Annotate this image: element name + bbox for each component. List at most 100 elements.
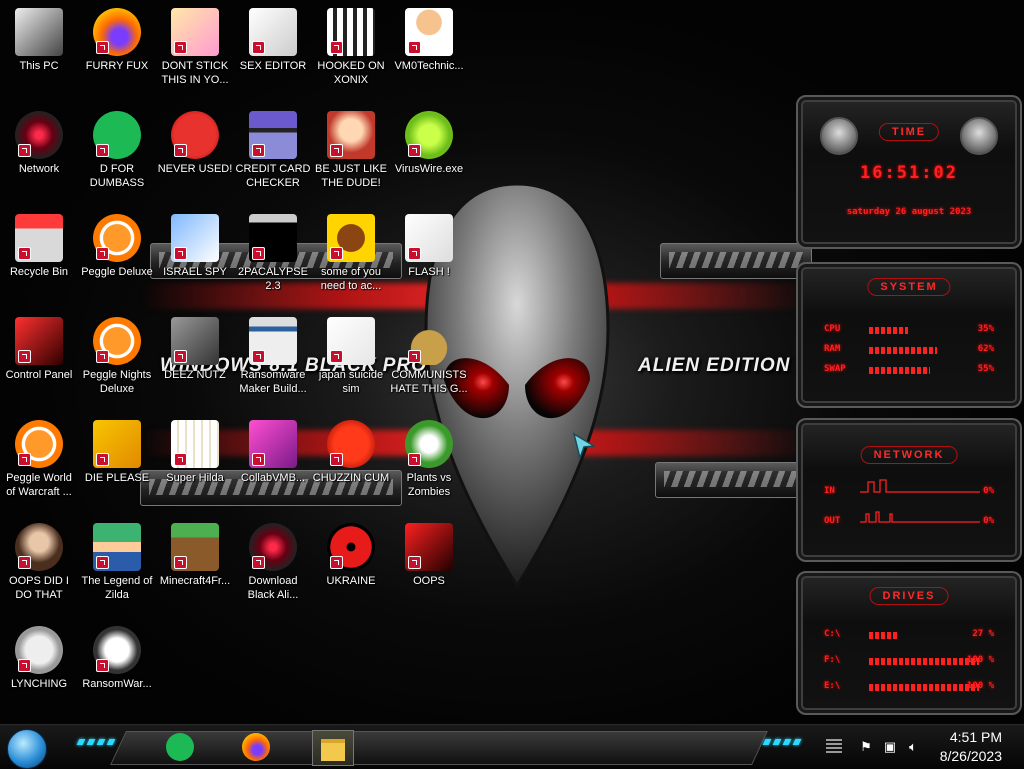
shortcut-arrow-icon <box>252 453 265 466</box>
desktop-icon-label: some of you need to ac... <box>320 266 382 292</box>
alien-orb-icon <box>15 111 63 159</box>
desktop-icon[interactable]: VirusWire.exe <box>390 107 468 176</box>
desktop-icon[interactable]: japan suicide sim <box>312 313 390 396</box>
row-key: E:\ <box>824 681 841 691</box>
desktop-icon[interactable]: Minecraft4Fr... <box>156 519 234 588</box>
desktop-icon[interactable]: 2PACALYPSE 2.3 <box>234 210 312 293</box>
usage-bar <box>869 632 899 639</box>
start-button[interactable] <box>7 729 47 769</box>
spotify-icon <box>166 733 194 761</box>
grass-block-icon <box>171 523 219 571</box>
desktop-icon[interactable]: VM0Technic... <box>390 4 468 73</box>
volume-icon[interactable]: 🔈︎ <box>905 739 921 755</box>
taskbar-time[interactable]: 4:51 PM <box>950 729 1002 745</box>
flag-icon[interactable]: ⚑ <box>858 739 874 755</box>
shortcut-arrow-icon <box>408 350 421 363</box>
taskbar-spotify-button[interactable] <box>160 730 200 764</box>
taskbar-firefox-button[interactable] <box>236 730 276 764</box>
shortcut-arrow-icon <box>174 453 187 466</box>
row-key: C:\ <box>824 629 841 639</box>
row-value: 27 % <box>972 629 994 639</box>
desktop-icon-label: CHUZZIN CUM <box>312 472 390 484</box>
desktop-icon[interactable]: some of you need to ac... <box>312 210 390 293</box>
computer-icon <box>15 8 63 56</box>
desktop-icon-label: UKRAINE <box>326 575 376 587</box>
taskbar-light <box>86 739 96 745</box>
time-widget[interactable]: TIME 16:51:02 saturday 26 august 2023 <box>796 95 1022 249</box>
desktop-icon[interactable]: Plants vs Zombies <box>390 416 468 499</box>
time-widget-date: saturday 26 august 2023 <box>846 207 972 217</box>
desktop-icon[interactable]: Peggle Nights Deluxe <box>78 313 156 396</box>
desktop-icon-label: HOOKED ON XONIX <box>317 60 385 86</box>
taskbar-light <box>106 739 116 745</box>
desktop-icon-label: LYNCHING <box>10 678 68 690</box>
desktop-icon[interactable]: CHUZZIN CUM <box>312 416 390 485</box>
shortcut-arrow-icon <box>18 556 31 569</box>
sys-row: SWAP 55% <box>824 364 994 378</box>
desktop-icon[interactable]: Peggle Deluxe <box>78 210 156 279</box>
firefox-icon <box>93 8 141 56</box>
desktop-icon[interactable]: LYNCHING <box>0 622 78 691</box>
desktop-icon[interactable]: UKRAINE <box>312 519 390 588</box>
desktop-icon[interactable]: This PC <box>0 4 78 73</box>
shortcut-arrow-icon <box>252 41 265 54</box>
drives-widget-title: DRIVES <box>869 587 949 605</box>
sys-row: RAM 62% <box>824 344 994 358</box>
network-icon[interactable]: ▣ <box>882 739 898 755</box>
shortcut-arrow-icon <box>252 556 265 569</box>
tray-overflow-icon[interactable] <box>826 739 842 753</box>
desktop-icon-label: DEEZ NUTZ <box>164 369 226 381</box>
desktop-icon[interactable]: CollabVMB... <box>234 416 312 485</box>
desktop-icon[interactable]: DEEZ NUTZ <box>156 313 234 382</box>
desktop-icon-label: 2PACALYPSE 2.3 <box>238 266 308 292</box>
desktop-icon[interactable]: OOPS <box>390 519 468 588</box>
desktop-icon[interactable]: CREDIT CARD CHECKER <box>234 107 312 190</box>
desktop-icon[interactable]: NEVER USED! <box>156 107 234 176</box>
desktop-icon-label: VM0Technic... <box>394 60 464 72</box>
desktop-icon[interactable]: Ransomware Maker Build... <box>234 313 312 396</box>
wallpaper-plate <box>655 462 807 498</box>
drives-widget[interactable]: DRIVES C:\ 27 % F:\ 100 % E:\ 100 % <box>796 571 1022 715</box>
desktop-icon[interactable]: DONT STICK THIS IN YO... <box>156 4 234 87</box>
desktop-icon[interactable]: Super Hilda <box>156 416 234 485</box>
document-icon <box>249 8 297 56</box>
cartoon-icon <box>171 8 219 56</box>
desktop-icon[interactable]: RansomWar... <box>78 622 156 691</box>
desktop-icon-label: The Legend of Zilda <box>81 575 153 601</box>
desktop-icon[interactable]: Download Black Ali... <box>234 519 312 602</box>
desktop-icon[interactable]: FURRY FUX <box>78 4 156 73</box>
desktop-icon[interactable]: FLASH ! <box>390 210 468 279</box>
network-widget-title: NETWORK <box>860 446 958 464</box>
desktop-icon[interactable]: Peggle World of Warcraft ... <box>0 416 78 499</box>
desktop-icon[interactable]: Recycle Bin <box>0 210 78 279</box>
desktop-icon[interactable]: DIE PLEASE <box>78 416 156 485</box>
desktop-icon[interactable]: COMMUNISTS HATE THIS G... <box>390 313 468 396</box>
desktop-icon[interactable]: SEX EDITOR <box>234 4 312 73</box>
shortcut-arrow-icon <box>18 350 31 363</box>
desktop-icon[interactable]: ISRAEL SPY <box>156 210 234 279</box>
desktop-icon-label: FLASH ! <box>408 266 450 278</box>
shortcut-arrow-icon <box>174 41 187 54</box>
desktop-icon[interactable]: D FOR DUMBASS <box>78 107 156 190</box>
desktop-icon-label: DIE PLEASE <box>84 472 150 484</box>
desktop-icon[interactable]: Network <box>0 107 78 176</box>
credit-card-icon <box>249 111 297 159</box>
desktop-icon[interactable]: Control Panel <box>0 313 78 382</box>
doctor-icon <box>405 8 453 56</box>
taskbar-date[interactable]: 8/26/2023 <box>940 748 1002 764</box>
desktop-icon-label: VirusWire.exe <box>394 163 464 175</box>
shortcut-arrow-icon <box>96 659 109 672</box>
desktop-icon[interactable]: The Legend of Zilda <box>78 519 156 602</box>
system-widget[interactable]: SYSTEM CPU 35% RAM 62% SWAP 55% <box>796 262 1022 625</box>
desktop-icon[interactable]: HOOKED ON XONIX <box>312 4 390 87</box>
control-panel-icon <box>15 317 63 365</box>
desktop-icon[interactable]: OOPS DID I DO THAT <box>0 519 78 602</box>
network-widget[interactable]: NETWORK IN 0% OUT 0% <box>796 418 1022 562</box>
row-key: SWAP <box>824 364 846 374</box>
desktop[interactable]: WINDOWS 8.1 BLACK PRO ALIEN EDITION 20 T… <box>0 0 1024 724</box>
taskbar-file-explorer-button[interactable] <box>312 730 354 766</box>
desktop-icon-label: Peggle Deluxe <box>81 266 153 278</box>
shortcut-arrow-icon <box>174 556 187 569</box>
desktop-icon[interactable]: BE JUST LIKE THE DUDE! <box>312 107 390 190</box>
drv-row: C:\ 27 % <box>824 629 994 643</box>
